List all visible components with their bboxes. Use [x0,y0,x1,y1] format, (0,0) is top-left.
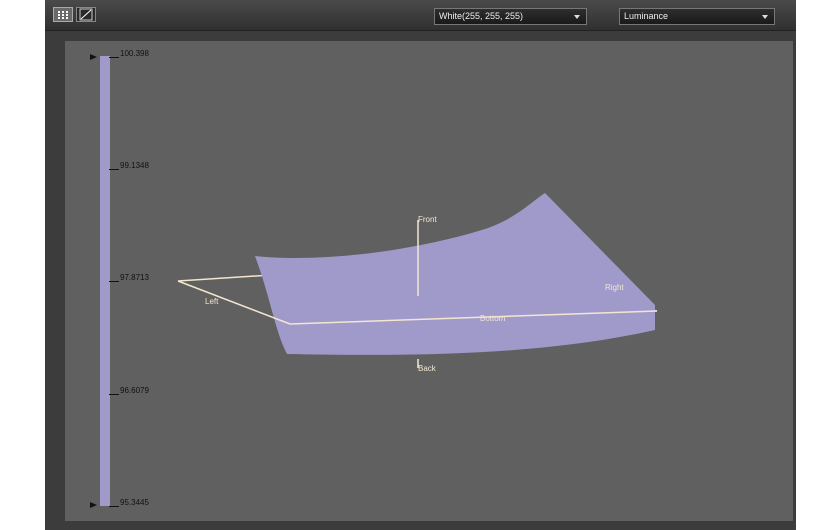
curve-icon [79,8,93,21]
chevron-down-icon [762,15,768,19]
color-dropdown[interactable]: White(255, 255, 255) [434,8,587,25]
curve-view-button[interactable] [76,7,96,22]
right-label: Right [605,283,624,292]
mode-dropdown[interactable]: Luminance [619,8,775,25]
back-label: Back [418,364,437,373]
mode-dropdown-value: Luminance [624,11,669,21]
app-window: White(255, 255, 255) Luminance 100.398 9… [45,0,796,530]
surface-3d-view[interactable]: Front Back Left Right Bottom [65,41,793,521]
grid-view-button[interactable] [53,7,73,22]
left-label: Left [205,297,219,306]
front-label: Front [418,215,437,224]
chevron-down-icon [574,15,580,19]
plot-area[interactable]: 100.398 99.1348 97.8713 96.6079 95.3445 … [65,41,793,521]
bottom-label: Bottom [480,314,506,323]
color-dropdown-value: White(255, 255, 255) [439,11,524,21]
grid-icon [58,11,68,19]
toolbar: White(255, 255, 255) Luminance [45,0,796,31]
